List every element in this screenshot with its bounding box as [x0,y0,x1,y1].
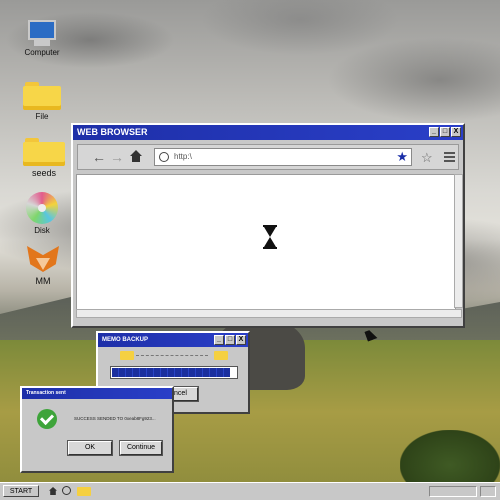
taskbar: START [0,482,500,500]
fox-icon [25,240,61,274]
continue-button[interactable]: Continue [120,441,162,455]
favorites-star-icon[interactable]: ☆ [421,150,433,166]
address-text: http:\ [174,152,192,161]
desktop-icon-mm[interactable]: MM [13,240,73,286]
folder-icon [23,82,61,110]
transfer-dashes [136,355,208,356]
home-icon[interactable] [49,487,57,495]
back-arrow-icon[interactable]: ← [92,150,106,164]
folder-icon [23,138,65,166]
desktop-icon-label: File [35,112,49,121]
browser-toolbar: ← → http:\ ★ ☆ [77,144,459,170]
bookmark-star-icon[interactable]: ★ [396,149,408,165]
desktop-icon-label: Computer [24,48,60,57]
address-bar[interactable]: http:\ ★ [154,148,412,166]
progress-bar [110,366,238,379]
checkmark-icon [37,409,57,429]
browser-content[interactable] [76,174,456,310]
ok-button[interactable]: OK [68,441,112,455]
start-button[interactable]: START [3,485,39,497]
maximize-button[interactable]: □ [440,127,450,137]
folder-icon[interactable] [77,487,91,496]
desktop-icon-label: seeds [31,168,57,178]
transaction-message: SUCCESS SENDED TO 0xeab8Fg923... [74,416,156,421]
progress-fill [112,368,230,377]
desktop-icon-label: MM [35,276,51,286]
home-icon[interactable] [130,150,142,163]
menu-icon[interactable] [444,152,455,162]
transaction-titlebar[interactable]: Transaction sent [22,388,172,399]
memo-title: MEMO BACKUP [102,337,148,343]
globe-icon [159,152,169,162]
hourglass-icon [263,225,277,249]
clock-area [480,486,496,497]
vertical-scrollbar[interactable] [454,174,463,308]
browser-window: WEB BROWSER _ □ X ← → http:\ ★ ☆ [71,123,465,328]
close-button[interactable]: X [236,335,246,345]
desktop-icon-disk[interactable]: Disk [12,192,72,235]
source-folder-icon [120,351,134,360]
forward-arrow-icon[interactable]: → [110,150,124,164]
destination-folder-icon [214,351,228,360]
minimize-button[interactable]: _ [429,127,439,137]
desktop-icon-file[interactable]: File [12,82,72,121]
desktop-icon-computer[interactable]: Computer [12,20,72,57]
transaction-title: Transaction sent [26,390,66,396]
browser-title: WEB BROWSER [77,127,148,137]
memo-titlebar[interactable]: MEMO BACKUP _ □ X [98,333,248,347]
globe-icon[interactable] [62,486,71,495]
maximize-button[interactable]: □ [225,335,235,345]
minimize-button[interactable]: _ [214,335,224,345]
system-tray [429,486,477,497]
desktop-icon-label: Disk [34,226,50,235]
disk-icon [26,192,58,224]
close-button[interactable]: X [451,127,461,137]
browser-titlebar[interactable]: WEB BROWSER _ □ X [73,125,463,140]
horizontal-scrollbar[interactable] [76,309,462,318]
computer-icon [26,20,58,46]
desktop-icon-seeds[interactable]: seeds [14,138,74,178]
transaction-dialog: Transaction sent SUCCESS SENDED TO 0xeab… [20,386,174,473]
